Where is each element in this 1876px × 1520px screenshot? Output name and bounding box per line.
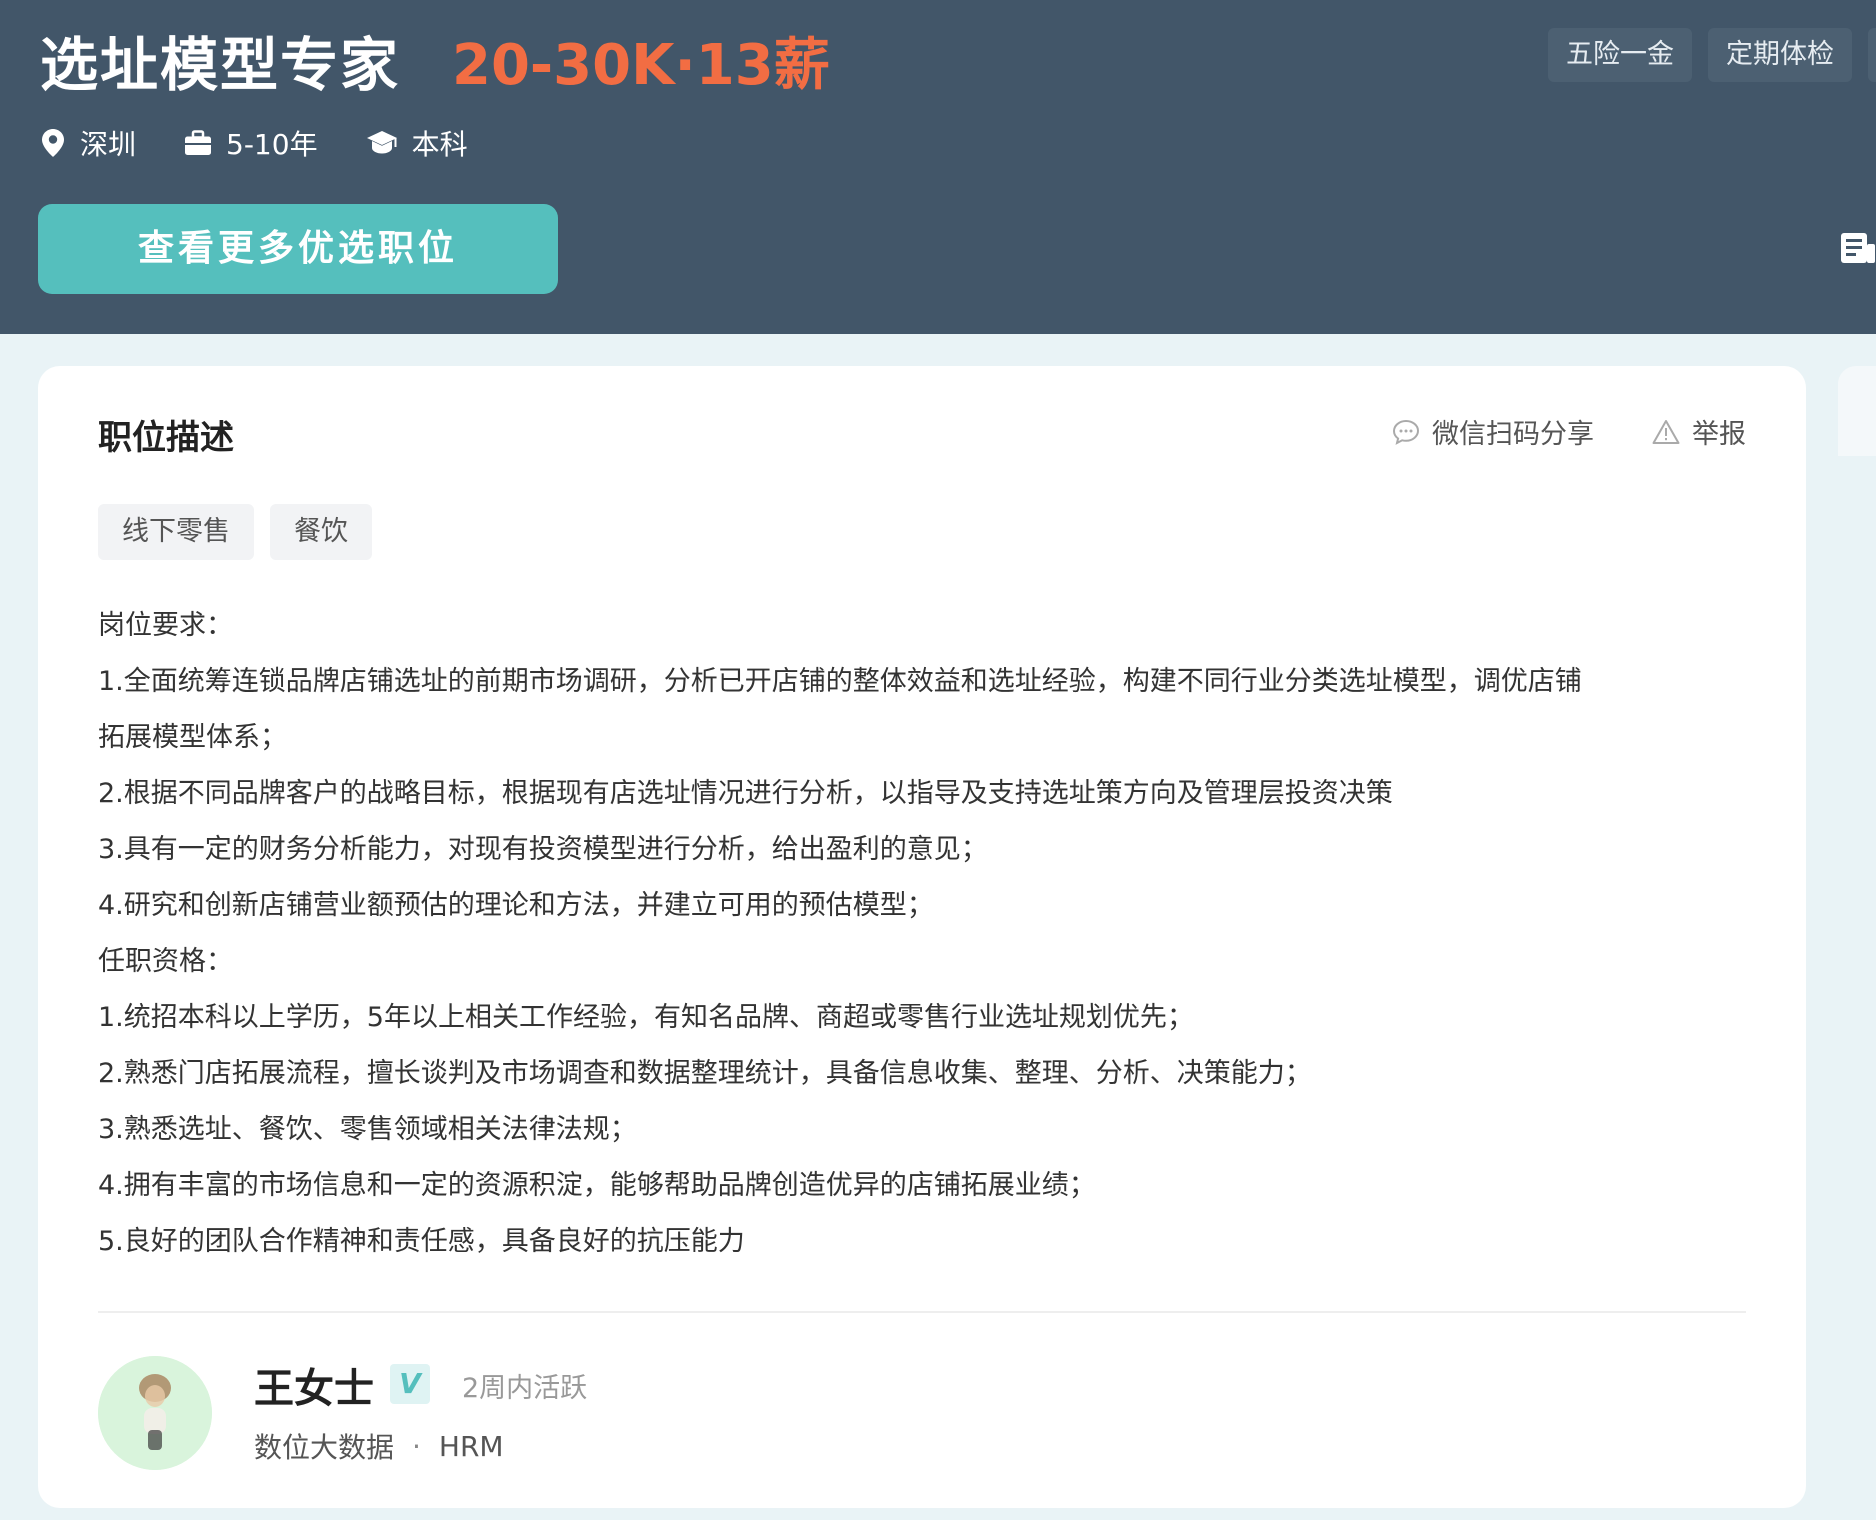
verified-badge: V (390, 1364, 430, 1404)
benefit-tag: 定期体检 (1708, 28, 1852, 82)
report-label: 举报 (1692, 419, 1746, 450)
description-line: 1.统招本科以上学历，5年以上相关工作经验，有知名品牌、商超或零售行业选址规划优… (98, 1002, 1194, 1033)
recruiter-role: HRM (438, 1429, 504, 1463)
location-pin-icon (42, 129, 64, 157)
wechat-share-button[interactable]: 微信扫码分享 (1392, 412, 1594, 451)
side-panel (1838, 366, 1876, 456)
description-line: 4.拥有丰富的市场信息和一定的资源积淀，能够帮助品牌创造优异的店铺拓展业绩； (98, 1170, 1096, 1201)
description-line: 3.熟悉选址、餐饮、零售领域相关法律法规； (98, 1114, 637, 1145)
recruiter-info: 数位大数据 · HRM (254, 1426, 504, 1466)
graduation-cap-icon (366, 131, 397, 154)
description-line: 1.全面统筹连锁品牌店铺选址的前期市场调研，分析已开店铺的整体效益和选址经验，构… (98, 666, 1582, 697)
description-line: 任职资格： (98, 946, 233, 977)
location-text: 深圳 (80, 128, 137, 161)
description-line: 3.具有一定的财务分析能力，对现有投资模型进行分析，给出盈利的意见； (98, 834, 988, 865)
category-tag[interactable]: 线下零售 (98, 504, 254, 560)
benefit-tag: 五险一金 (1548, 28, 1692, 82)
avatar[interactable] (98, 1356, 212, 1470)
experience-text: 5-10年 (226, 128, 318, 161)
description-line: 岗位要求： (98, 610, 233, 641)
report-button[interactable]: 举报 (1652, 412, 1746, 451)
meta-location: 深圳 (40, 123, 136, 163)
more-jobs-button[interactable]: 查看更多优选职位 (38, 204, 558, 294)
job-header: 选址模型专家 20-30K·13薪 五险一金 定期体检 深圳 5-10年 本科 … (0, 0, 1876, 334)
benefit-tags: 五险一金 定期体检 (1548, 28, 1876, 82)
active-status: 2周内活跃 (462, 1373, 588, 1404)
job-title: 选址模型专家 (40, 31, 401, 99)
meta-experience: 5-10年 (184, 123, 318, 163)
warning-icon (1652, 419, 1680, 444)
education-text: 本科 (411, 128, 468, 161)
description-line: 2.熟悉门店拓展流程，擅长谈判及市场调查和数据整理统计，具备信息收集、整理、分析… (98, 1058, 1312, 1089)
description-line: 5.良好的团队合作精神和责任感，具备良好的抗压能力 (98, 1226, 745, 1257)
separator: · (412, 1429, 421, 1463)
divider (98, 1311, 1746, 1313)
recruiter-name[interactable]: 王女士 (254, 1356, 374, 1414)
chat-bubble-icon (1392, 419, 1420, 445)
category-tag[interactable]: 餐饮 (270, 504, 372, 560)
salary: 20-30K·13薪 (452, 33, 830, 98)
share-label: 微信扫码分享 (1432, 419, 1594, 450)
card-actions: 微信扫码分享 举报 (1334, 412, 1746, 451)
description-line: 2.根据不同品牌客户的战略目标，根据现有店选址情况进行分析，以指导及支持选址策方… (98, 778, 1393, 809)
recruiter-company: 数位大数据 (254, 1431, 395, 1464)
job-meta: 深圳 5-10年 本科 (40, 118, 516, 168)
benefit-tag-clipped (1868, 28, 1876, 82)
section-title: 职位描述 (98, 418, 234, 458)
meta-education: 本科 (366, 123, 468, 163)
briefcase-icon (185, 130, 212, 155)
job-description-card: 职位描述 微信扫码分享 举报 线下零售 餐饮 岗位要求： 1.全面统筹连锁品牌店… (38, 366, 1806, 1508)
category-tags: 线下零售 餐饮 (98, 504, 372, 560)
document-icon[interactable] (1840, 232, 1876, 268)
description-line: 4.研究和创新店铺营业额预估的理论和方法，并建立可用的预估模型； (98, 890, 934, 921)
description-line: 拓展模型体系； (98, 722, 287, 753)
job-description-text: 岗位要求： 1.全面统筹连锁品牌店铺选址的前期市场调研，分析已开店铺的整体效益和… (98, 598, 1750, 1270)
